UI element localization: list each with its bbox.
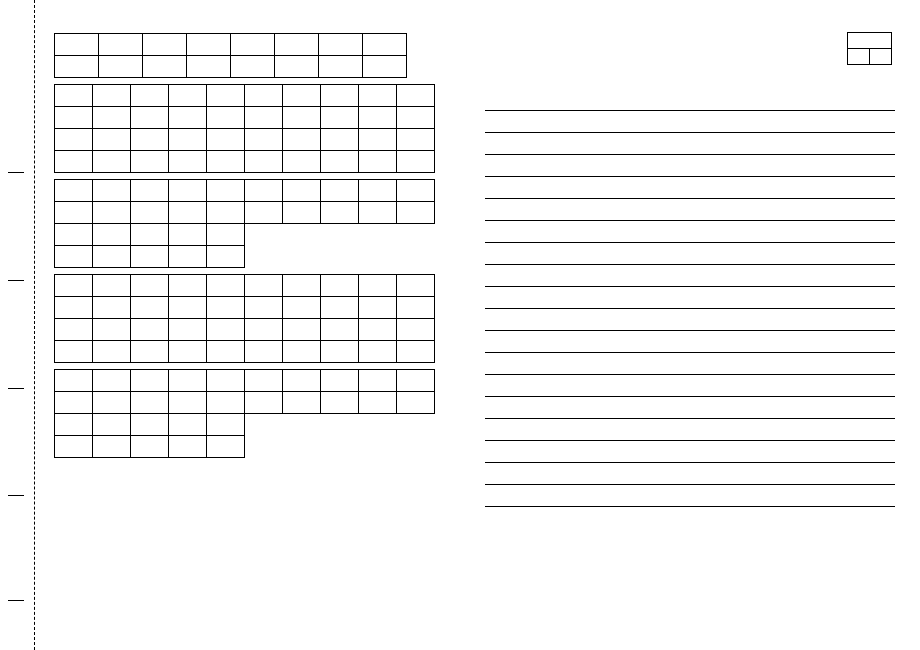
score-summary-table bbox=[54, 33, 407, 78]
answer-grid bbox=[54, 369, 435, 458]
binding-underline bbox=[8, 600, 24, 601]
answer-grid bbox=[54, 84, 435, 173]
answer-grid bbox=[54, 179, 435, 268]
binding-underline bbox=[8, 388, 24, 389]
scorebox-rowlabel bbox=[55, 34, 99, 56]
binding-underline bbox=[8, 280, 24, 281]
seat-label bbox=[848, 33, 892, 49]
answer-grid bbox=[54, 274, 435, 363]
seat-number-box bbox=[847, 32, 892, 65]
scorebox-rowscore bbox=[55, 56, 99, 78]
binding-underline bbox=[8, 495, 24, 496]
writing-lines bbox=[485, 110, 896, 507]
binding-underline bbox=[8, 172, 24, 173]
